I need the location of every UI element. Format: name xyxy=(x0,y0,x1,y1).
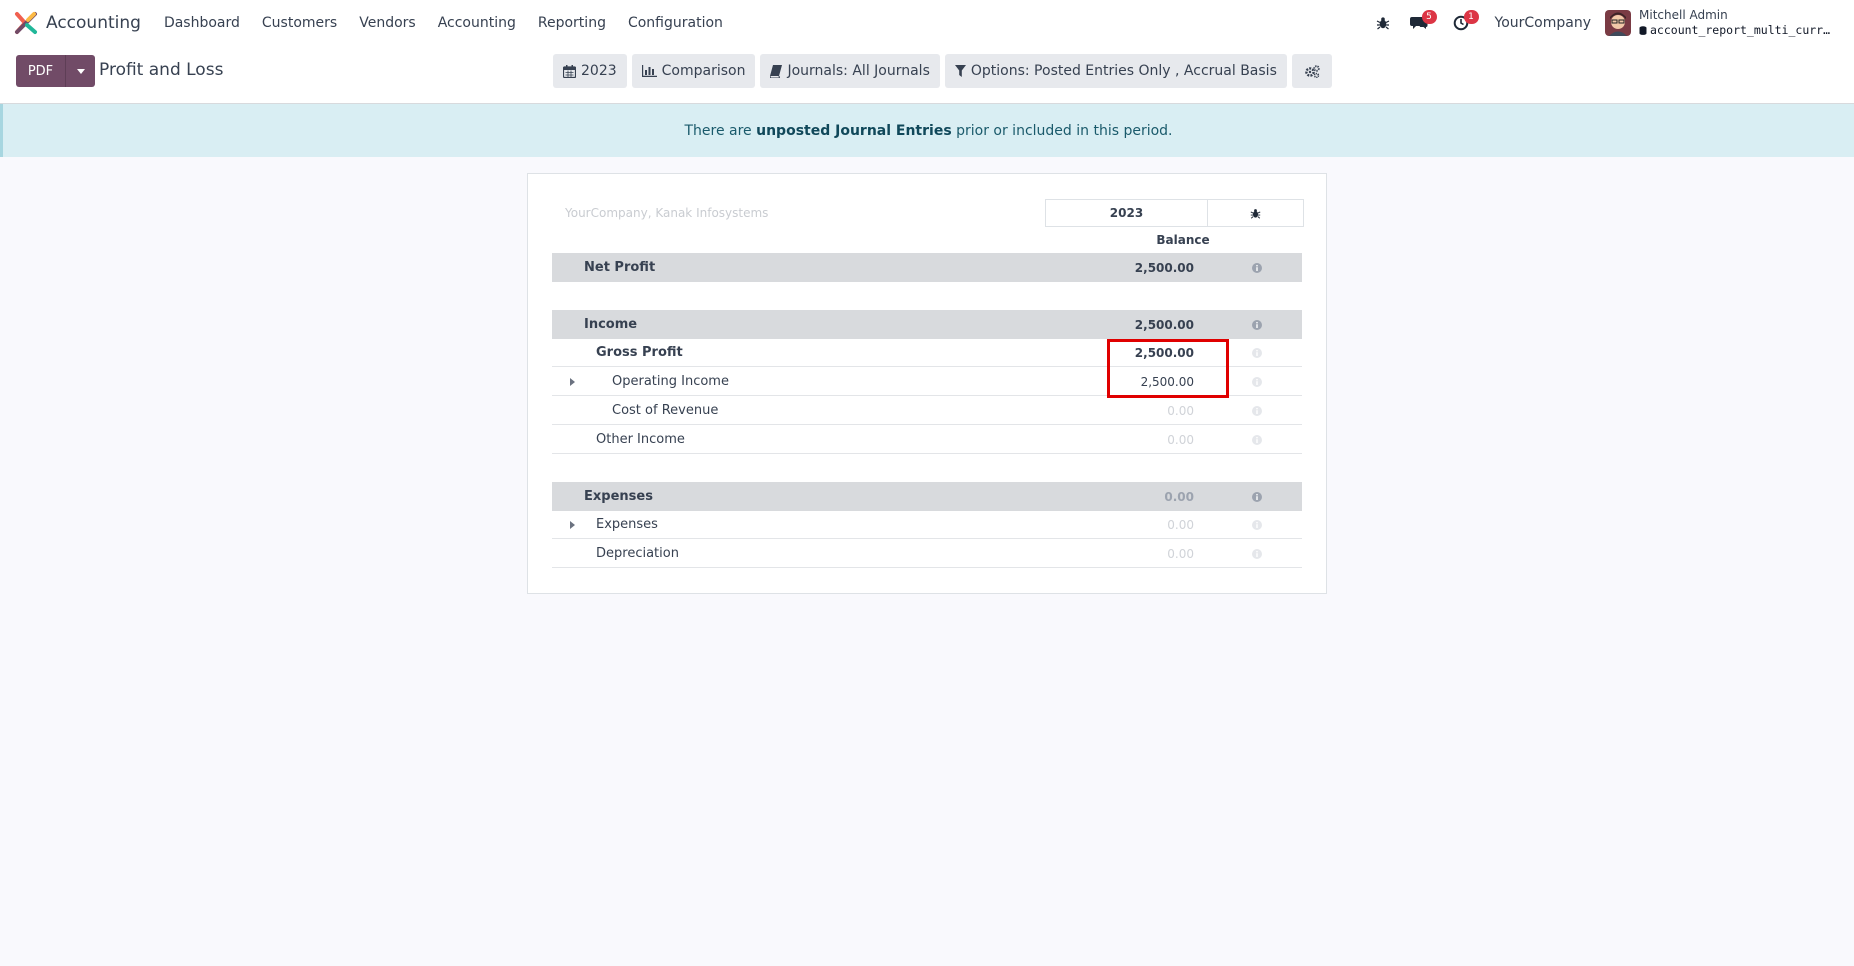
bug-icon xyxy=(1250,208,1261,219)
menu-dashboard[interactable]: Dashboard xyxy=(153,15,251,31)
info-button[interactable] xyxy=(1252,367,1262,396)
balance-column-label: Balance xyxy=(1156,233,1210,247)
unposted-entries-link[interactable]: unposted Journal Entries xyxy=(756,123,952,139)
line-value: 0.00 xyxy=(1167,403,1194,418)
report-line-other-income[interactable]: Other Income 0.00 xyxy=(552,425,1302,454)
info-circle-icon xyxy=(1252,434,1262,445)
info-circle-icon xyxy=(1252,347,1262,358)
alert-text-prefix: There are xyxy=(684,122,757,139)
line-value: 2,500.00 xyxy=(1134,317,1194,332)
info-button[interactable] xyxy=(1252,253,1262,282)
unposted-entries-alert: There are unposted Journal Entries prior… xyxy=(0,104,1854,157)
report-line-expenses[interactable]: Expenses 0.00 xyxy=(552,510,1302,539)
line-label: Net Profit xyxy=(584,260,656,275)
export-dropdown-toggle[interactable] xyxy=(65,55,95,87)
info-button[interactable] xyxy=(1252,482,1262,511)
accounting-logo-icon xyxy=(15,12,37,34)
report-line-expenses-section[interactable]: Expenses 0.00 xyxy=(552,482,1302,511)
report-line-cost-of-revenue[interactable]: Cost of Revenue 0.00 xyxy=(552,396,1302,425)
comparison-filter-button[interactable]: Comparison xyxy=(631,54,756,88)
report-line-depreciation[interactable]: Depreciation 0.00 xyxy=(552,539,1302,568)
period-filter-label: 2023 xyxy=(581,63,617,79)
line-value: 0.00 xyxy=(1167,546,1194,561)
column-period-header: 2023 xyxy=(1045,199,1208,227)
info-button[interactable] xyxy=(1252,310,1262,339)
journals-filter-label: Journals: All Journals xyxy=(787,63,930,79)
messages-button[interactable]: 5 xyxy=(1405,0,1437,46)
messages-badge: 5 xyxy=(1421,10,1437,24)
line-value: 0.00 xyxy=(1164,489,1194,504)
column-debug-header[interactable] xyxy=(1207,199,1304,227)
app-name: Accounting xyxy=(46,13,141,33)
debug-button[interactable] xyxy=(1369,0,1397,46)
line-label: Operating Income xyxy=(612,374,729,389)
menu-configuration[interactable]: Configuration xyxy=(617,15,734,31)
activities-button[interactable]: 1 xyxy=(1447,0,1479,46)
menu-reporting[interactable]: Reporting xyxy=(527,15,617,31)
line-value: 0.00 xyxy=(1167,432,1194,447)
database-name: account_report_multi_currency xyxy=(1650,23,1836,37)
company-switcher[interactable]: YourCompany xyxy=(1495,15,1592,31)
comparison-filter-label: Comparison xyxy=(661,63,746,79)
period-filter-button[interactable]: 2023 xyxy=(553,54,627,88)
highlight-box xyxy=(1107,339,1229,398)
expand-caret-icon[interactable] xyxy=(570,367,575,396)
bug-icon xyxy=(1376,17,1389,30)
line-value: 2,500.00 xyxy=(1134,260,1194,275)
bar-chart-icon xyxy=(641,65,657,77)
gears-icon xyxy=(1305,64,1320,78)
pdf-button[interactable]: PDF xyxy=(16,55,65,87)
main-menu: Dashboard Customers Vendors Accounting R… xyxy=(153,15,734,31)
line-value: 0.00 xyxy=(1167,517,1194,532)
menu-customers[interactable]: Customers xyxy=(251,15,348,31)
info-circle-icon xyxy=(1252,491,1262,502)
line-label: Depreciation xyxy=(596,546,679,561)
info-button[interactable] xyxy=(1252,396,1262,425)
line-label: Expenses xyxy=(584,489,653,504)
filter-icon xyxy=(954,65,966,77)
line-label: Gross Profit xyxy=(596,345,683,360)
top-navbar: Accounting Dashboard Customers Vendors A… xyxy=(0,0,1854,46)
avatar xyxy=(1605,10,1631,36)
line-label: Cost of Revenue xyxy=(612,403,719,418)
report-filters: 2023 Comparison Journals: All Journals O… xyxy=(553,54,1337,88)
expand-caret-icon[interactable] xyxy=(570,510,575,539)
options-filter-label: Options: Posted Entries Only , Accrual B… xyxy=(970,63,1277,79)
book-icon xyxy=(770,64,783,78)
line-label: Other Income xyxy=(596,432,685,447)
user-menu[interactable]: Mitchell Admin account_report_multi_curr… xyxy=(1605,8,1836,38)
control-panel: PDF Profit and Loss 2023 Comparison Jour… xyxy=(0,46,1854,104)
line-label: Income xyxy=(584,317,638,332)
caret-down-icon xyxy=(76,68,85,74)
menu-accounting[interactable]: Accounting xyxy=(427,15,527,31)
page-title: Profit and Loss xyxy=(99,60,224,80)
calendar-icon xyxy=(563,64,576,78)
info-button[interactable] xyxy=(1252,338,1262,367)
info-circle-icon xyxy=(1252,262,1262,273)
report-company-line: YourCompany, Kanak Infosystems xyxy=(565,206,769,220)
report-line-income[interactable]: Income 2,500.00 xyxy=(552,310,1302,339)
info-circle-icon xyxy=(1252,519,1262,530)
database-icon xyxy=(1639,26,1647,35)
info-circle-icon xyxy=(1252,319,1262,330)
info-circle-icon xyxy=(1252,405,1262,416)
report-line-net-profit[interactable]: Net Profit 2,500.00 xyxy=(552,253,1302,282)
app-brand[interactable]: Accounting xyxy=(14,11,141,35)
info-button[interactable] xyxy=(1252,510,1262,539)
info-circle-icon xyxy=(1252,376,1262,387)
journals-filter-button[interactable]: Journals: All Journals xyxy=(760,54,940,88)
alert-text-suffix: prior or included in this period. xyxy=(951,122,1173,139)
menu-vendors[interactable]: Vendors xyxy=(348,15,426,31)
pdf-button-group: PDF xyxy=(16,55,95,87)
activities-badge: 1 xyxy=(1463,10,1479,24)
info-button[interactable] xyxy=(1252,539,1262,568)
options-filter-button[interactable]: Options: Posted Entries Only , Accrual B… xyxy=(944,54,1287,88)
info-circle-icon xyxy=(1252,548,1262,559)
systray: 5 1 YourCompany Mitchell Admin account_r… xyxy=(1369,0,1854,46)
info-button[interactable] xyxy=(1252,425,1262,454)
report-settings-button[interactable] xyxy=(1291,54,1332,88)
line-label: Expenses xyxy=(596,517,658,532)
user-name: Mitchell Admin xyxy=(1639,8,1728,22)
